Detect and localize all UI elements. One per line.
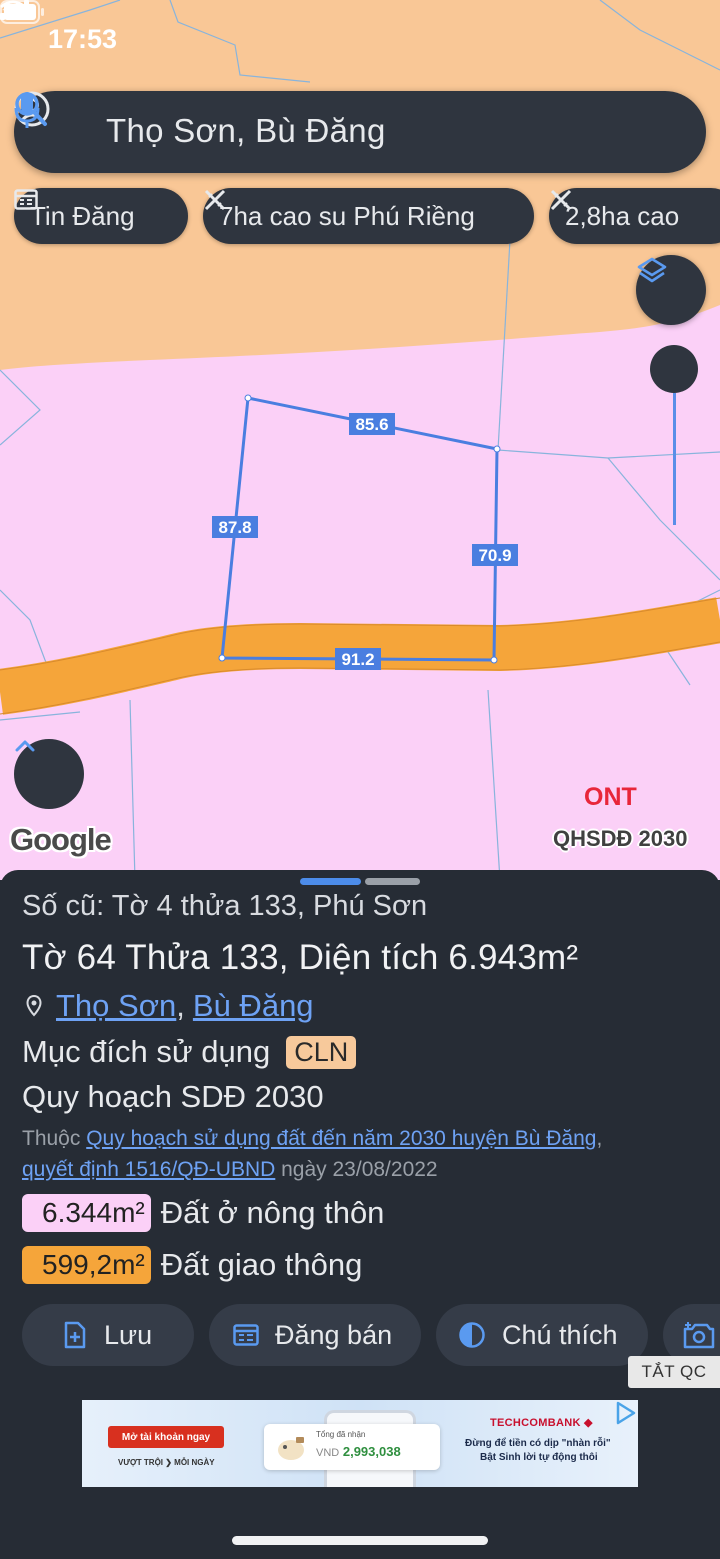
purpose-label: Mục đích sử dụng [22,1034,271,1069]
location-pin-icon [26,995,42,1017]
opacity-slider-knob[interactable] [650,345,698,393]
land-use-purpose: Mục đích sử dụng CLN [22,1034,357,1070]
district-link[interactable]: Bù Đăng [193,988,314,1024]
measure-icon [204,189,226,211]
area-type-label: Đất giao thông [160,1247,363,1282]
parcel-info-sheet[interactable]: Số cũ: Tờ 4 thửa 133, Phú Sơn Tờ 64 Thửa… [0,870,720,1559]
belongs-prefix: Thuộc [22,1127,81,1150]
status-time: 17:53 [48,24,118,54]
app-screen: 85.6 87.8 70.9 91.2 17:53 Thọ Sơn, Bù Đă… [0,0,720,1559]
area-row-road: 599,2m² Đất giao thông [22,1246,362,1284]
legend-button-label: Chú thích [502,1319,618,1350]
decision-date: ngày 23/08/2022 [275,1158,438,1181]
plan-heading: Quy hoạch SDĐ 2030 [22,1079,324,1114]
chip-saved-area-1[interactable]: 7ha cao su Phú Riềng [203,188,534,244]
ad-card-value: 2,993,038 [342,1444,401,1459]
svg-text:87.8: 87.8 [218,518,251,537]
status-bar: 17:53 [0,0,720,80]
svg-text:70.9: 70.9 [478,546,511,565]
ad-brand-mark-icon: ◆ [584,1417,593,1429]
chip-tin-dang[interactable]: Tin Đăng [14,188,188,244]
save-button-label: Lưu [104,1319,153,1350]
svg-text:85.6: 85.6 [355,415,388,434]
ad-card-caption: Tổng đã nhận [316,1430,366,1439]
plan-document-link[interactable]: Quy hoạch sử dụng đất đến năm 2030 huyện… [86,1127,596,1150]
plan-source: Thuộc Quy hoạch sử dụng đất đến năm 2030… [22,1123,712,1185]
edge-label-top: 85.6 [349,413,395,435]
save-doc-icon [64,1321,86,1349]
ad-cta-sub: VƯỢT TRỘI ❯ MỖI NGÀY [118,1458,215,1467]
ad-cta: Mở tài khoản ngay [108,1426,224,1448]
search-bar[interactable]: Thọ Sơn, Bù Đăng [14,91,706,173]
edge-label-right: 70.9 [472,544,518,566]
post-sale-button-label: Đăng bán [275,1319,393,1350]
legend-button[interactable]: Chú thích [436,1304,648,1366]
commune-link[interactable]: Thọ Sơn [56,988,176,1024]
expand-button[interactable] [14,739,84,809]
contrast-icon [459,1322,485,1348]
microphone-icon[interactable] [14,91,40,131]
calendar-icon [233,1324,259,1346]
camera-add-icon [683,1322,715,1349]
area-value-badge: 6.344m² [22,1194,151,1232]
parcel-title: Tờ 64 Thửa 133, Diện tích 6.943m² [22,938,579,977]
ad-brand: TECHCOMBANK ◆ [490,1416,593,1429]
ad-card-amount: VND 2,993,038 [316,1444,401,1459]
post-sale-button[interactable]: Đăng bán [209,1304,421,1366]
layers-icon [637,257,667,283]
purpose-code-badge: CLN [286,1035,357,1069]
save-button[interactable]: Lưu [22,1304,194,1366]
plan-label: QHSDĐ 2030 [553,826,688,851]
search-input[interactable]: Thọ Sơn, Bù Đăng [106,112,386,150]
sheet-handle[interactable] [365,878,420,885]
home-indicator[interactable] [232,1536,488,1545]
ad-card-currency: VND [316,1447,340,1459]
chip-label: Tin Đăng [30,200,135,231]
ad-slogan-2: Bật Sinh lời tự động thôi [480,1452,598,1463]
piggy-bank-icon [278,1437,304,1460]
area-value-badge: 599,2m² [22,1246,151,1284]
calendar-icon [14,189,38,210]
zone-label: ONT [584,783,637,811]
ad-banner[interactable]: Mở tài khoản ngay VƯỢT TRỘI ❯ MỖI NGÀY T… [82,1400,638,1487]
measure-icon [550,189,572,211]
chevron-up-icon [15,740,35,752]
belongs-comma: , [596,1127,603,1150]
ad-balance-card: Tổng đã nhận VND 2,993,038 [264,1424,440,1470]
address-separator: , [176,988,185,1023]
chip-saved-area-2[interactable]: 2,8ha cao [549,188,720,244]
close-ad-button[interactable]: TẮT QC [628,1356,720,1388]
chip-label: 2,8ha cao [565,200,680,231]
parcel-address: Thọ Sơn , Bù Đăng [22,988,314,1024]
layers-button[interactable] [636,255,706,325]
ad-slogan-1: Đừng để tiền có dịp "nhàn rỗi" [465,1438,611,1449]
battery-icon [0,0,44,24]
edge-label-left: 87.8 [212,516,258,538]
area-type-label: Đất ở nông thôn [160,1195,385,1230]
sheet-handle-active[interactable] [300,878,361,885]
old-parcel-number: Số cũ: Tờ 4 thửa 133, Phú Sơn [22,890,428,922]
map-view[interactable]: 85.6 87.8 70.9 91.2 17:53 Thọ Sơn, Bù Đă… [0,0,720,880]
opacity-slider-track[interactable] [673,393,676,525]
google-logo: Google [10,822,112,857]
svg-text:91.2: 91.2 [341,650,374,669]
adchoices-icon[interactable] [612,1400,638,1426]
decision-link[interactable]: quyết định 1516/QĐ-UBND [22,1158,275,1181]
ad-brand-name: TECHCOMBANK [490,1417,581,1429]
edge-label-bottom: 91.2 [335,648,381,670]
area-row-residential: 6.344m² Đất ở nông thôn [22,1194,384,1232]
chip-label: 7ha cao su Phú Riềng [219,200,475,231]
